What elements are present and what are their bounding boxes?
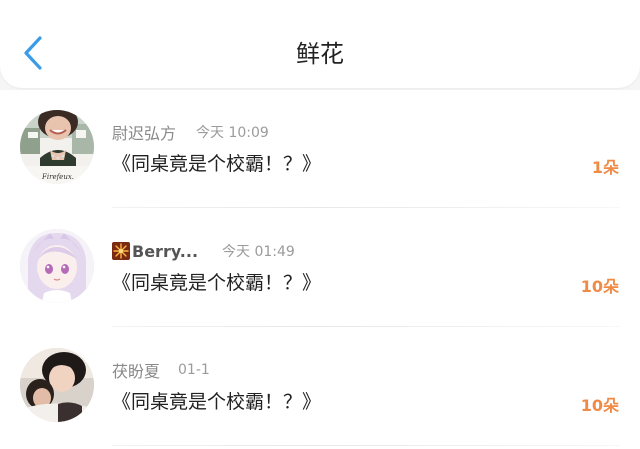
- list-item[interactable]: 茯盼夏 01-1 《同桌竟是个校霸！？》 10朵: [0, 328, 640, 446]
- divider: [112, 445, 620, 446]
- page-title: 鲜花: [296, 40, 344, 68]
- book-title[interactable]: 《同桌竟是个校霸！？》: [112, 150, 321, 178]
- avatar-illustration: [20, 229, 94, 303]
- username[interactable]: 茯盼夏: [112, 358, 160, 382]
- flower-count: 10朵: [580, 277, 619, 296]
- timestamp: 今天 01:49: [222, 244, 295, 260]
- timestamp: 今天 10:09: [196, 125, 269, 141]
- item-meta: Berry... 今天 01:49: [112, 239, 295, 263]
- username-text: Berry...: [132, 241, 199, 261]
- flower-count: 1朵: [591, 158, 619, 177]
- avatar[interactable]: [20, 348, 94, 422]
- list-item[interactable]: Berry... 今天 01:49 《同桌竟是个校霸！？》 10朵: [0, 209, 640, 327]
- username[interactable]: Berry...: [112, 242, 198, 261]
- avatar-photo: [20, 348, 94, 422]
- avatar-photo: Firefeux.: [20, 110, 94, 184]
- top-bar: 鲜花: [0, 0, 640, 88]
- list-item[interactable]: Firefeux. 尉迟弘方 今天 10:09 《同桌竟是个校霸！？》 1朵: [0, 90, 640, 208]
- timestamp: 01-1: [178, 362, 210, 378]
- flower-count: 10朵: [580, 396, 619, 415]
- page: 鲜花 Firefeux. 尉迟弘方 今天 10:09 《同桌竟是个校霸！？》 1…: [0, 0, 640, 449]
- avatar[interactable]: [20, 229, 94, 303]
- divider: [112, 207, 620, 208]
- username[interactable]: 尉迟弘方: [112, 120, 176, 144]
- avatar-caption: Firefeux.: [41, 173, 74, 181]
- flower-list: Firefeux. 尉迟弘方 今天 10:09 《同桌竟是个校霸！？》 1朵 B…: [0, 90, 640, 449]
- book-title[interactable]: 《同桌竟是个校霸！？》: [112, 269, 321, 297]
- divider: [112, 326, 620, 327]
- book-title[interactable]: 《同桌竟是个校霸！？》: [112, 388, 321, 416]
- firework-icon: [112, 242, 130, 260]
- item-meta: 尉迟弘方 今天 10:09: [112, 120, 269, 144]
- avatar[interactable]: Firefeux.: [20, 110, 94, 184]
- item-meta: 茯盼夏 01-1: [112, 358, 210, 382]
